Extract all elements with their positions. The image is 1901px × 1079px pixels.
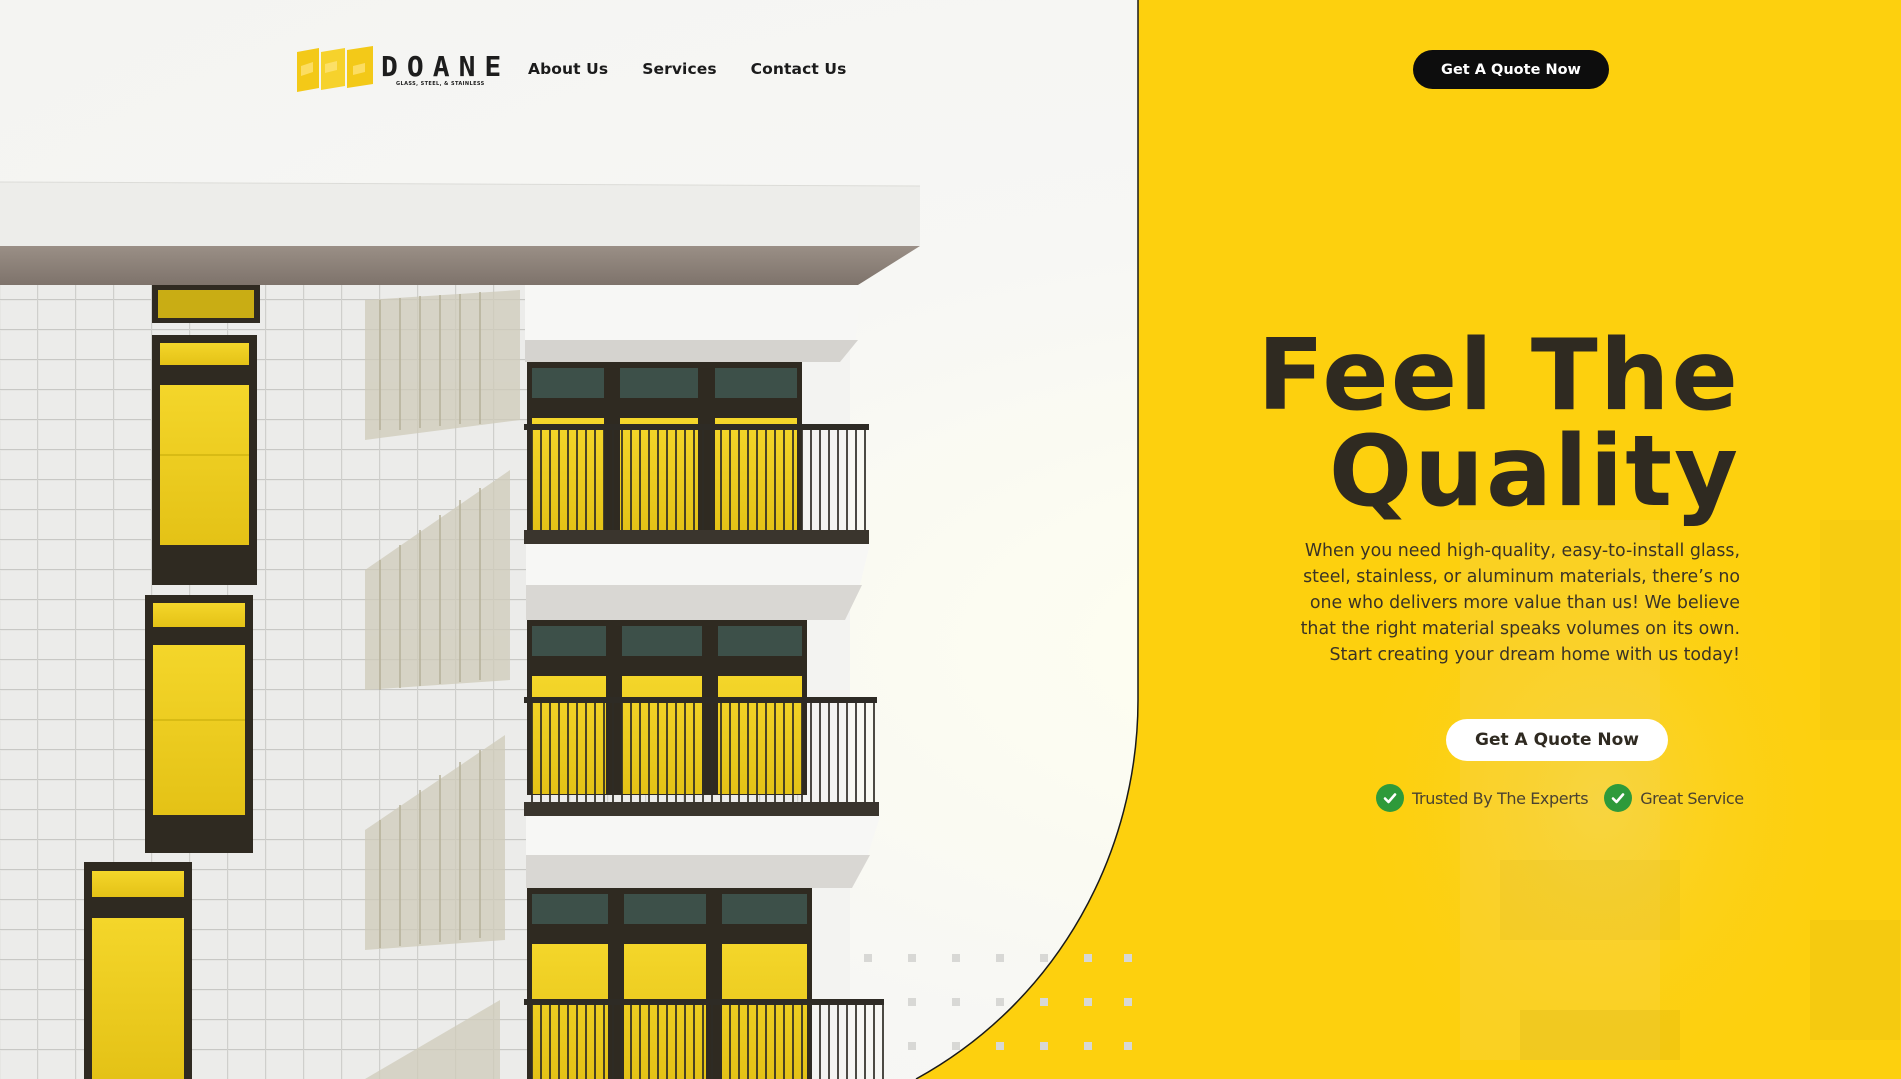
nav-contact-us[interactable]: Contact Us <box>751 60 847 78</box>
hero-section: DOANE GLASS, STEEL, & STAINLESS About Us… <box>0 0 1901 1079</box>
dot-grid-decoration <box>864 954 1132 1050</box>
main-nav: About Us Services Contact Us <box>528 60 846 78</box>
badge-great-service: Great Service <box>1604 784 1744 812</box>
hero-title: Feel The Quality <box>1240 319 1740 529</box>
trust-badges: Trusted By The Experts Great Service <box>1376 784 1744 812</box>
site-header: DOANE GLASS, STEEL, & STAINLESS About Us… <box>0 0 1901 140</box>
brand-name: DOANE <box>381 50 511 83</box>
nav-services[interactable]: Services <box>642 60 716 78</box>
check-circle-icon <box>1604 784 1633 812</box>
check-circle-icon <box>1376 784 1404 812</box>
hero-quote-button[interactable]: Get A Quote Now <box>1446 719 1668 761</box>
brand-tagline: GLASS, STEEL, & STAINLESS <box>396 81 485 87</box>
hero-title-line-2: Quality <box>1328 415 1740 529</box>
logo-mark-icon <box>297 46 373 92</box>
nav-about-us[interactable]: About Us <box>528 60 608 78</box>
hero-content: Feel The Quality When you need high-qual… <box>1240 319 1740 668</box>
header-quote-button[interactable]: Get A Quote Now <box>1413 50 1609 89</box>
hero-description: When you need high-quality, easy-to-inst… <box>1300 541 1740 665</box>
brand-logo[interactable]: DOANE GLASS, STEEL, & STAINLESS <box>297 46 501 96</box>
badge-label: Great Service <box>1640 788 1744 808</box>
hero-title-line-1: Feel The <box>1257 319 1740 433</box>
badge-label: Trusted By The Experts <box>1412 788 1589 808</box>
badge-trusted: Trusted By The Experts <box>1376 784 1589 812</box>
